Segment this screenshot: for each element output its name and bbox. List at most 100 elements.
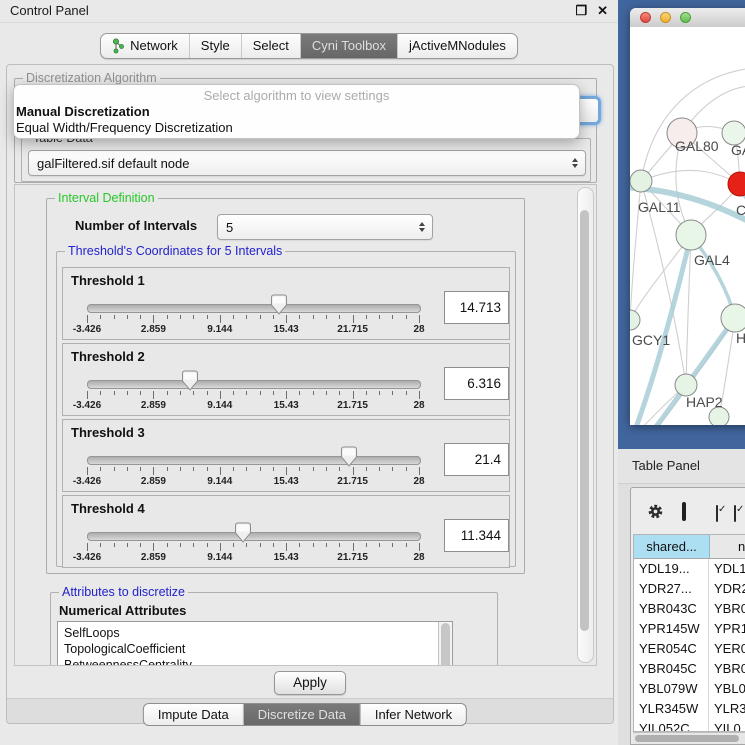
- threshold-4-value-field[interactable]: 11.344: [444, 519, 509, 552]
- close-icon[interactable]: ✕: [597, 0, 608, 22]
- node-GAL11[interactable]: [630, 170, 652, 192]
- cell[interactable]: YDL19...: [634, 559, 709, 579]
- tick-mark: [392, 467, 393, 471]
- cell[interactable]: YLR345W: [634, 699, 709, 719]
- tick-mark: [299, 315, 300, 319]
- table-row[interactable]: YLR345WYLR3: [634, 699, 745, 719]
- float-icon[interactable]: ❐: [575, 0, 587, 22]
- threshold-label: Threshold 2: [71, 349, 145, 364]
- window-close-button[interactable]: [640, 12, 651, 23]
- table-row[interactable]: YER054CYER0: [634, 639, 745, 659]
- network-canvas[interactable]: GAL80GACGAL11GAL4GCY1HHAP2: [630, 27, 745, 425]
- node-GCY1[interactable]: [630, 310, 640, 330]
- table-row[interactable]: YDR27...YDR2: [634, 579, 745, 599]
- cell[interactable]: YBL079W: [634, 679, 709, 699]
- checkbox-icon[interactable]: [734, 505, 736, 522]
- tick-label: 15.43: [274, 476, 299, 487]
- threshold-2-value-field[interactable]: 6.316: [444, 367, 509, 400]
- threshold-4-slider-thumb[interactable]: [234, 522, 252, 543]
- cyni-toolbox-panel: Discretization Algorithm Table Data galF…: [6, 64, 614, 724]
- threshold-1-slider-track[interactable]: [87, 304, 421, 313]
- table-row[interactable]: YDL19...YDL1: [634, 559, 745, 579]
- cell[interactable]: YIL052C: [634, 719, 709, 732]
- attribute-item[interactable]: BetweennessCentrality: [58, 657, 452, 666]
- tick-mark: [379, 467, 380, 471]
- node-HAP2[interactable]: [675, 374, 697, 396]
- cell[interactable]: YLR3: [709, 699, 745, 719]
- tick-mark: [140, 391, 141, 395]
- tick-mark: [286, 315, 287, 323]
- tick-mark: [313, 315, 314, 319]
- tick-mark: [100, 315, 101, 319]
- cell[interactable]: YER054C: [634, 639, 709, 659]
- cell[interactable]: YER0: [709, 639, 745, 659]
- tick-mark: [286, 543, 287, 551]
- threshold-1-value-field[interactable]: 14.713: [444, 291, 509, 324]
- network-view-window[interactable]: GAL80GACGAL11GAL4GCY1HHAP2: [630, 8, 745, 425]
- number-of-intervals-combobox[interactable]: 5: [217, 214, 433, 240]
- edge[interactable]: [641, 170, 740, 184]
- threshold-1-slider-thumb[interactable]: [270, 294, 288, 315]
- threshold-3-value-field[interactable]: 21.4: [444, 443, 509, 476]
- column-header-1[interactable]: shared...: [634, 535, 710, 558]
- settings-scrollbar-thumb[interactable]: [580, 210, 589, 631]
- cell[interactable]: YBR045C: [634, 659, 709, 679]
- table-row[interactable]: YBR043CYBR0: [634, 599, 745, 619]
- list-scrollbar[interactable]: [438, 622, 452, 666]
- threshold-2-slider-track[interactable]: [87, 380, 421, 389]
- tab-style[interactable]: Style: [189, 34, 241, 58]
- cell[interactable]: YDR2: [709, 579, 745, 599]
- window-minimize-button[interactable]: [660, 12, 671, 23]
- tick-mark: [167, 467, 168, 471]
- checkbox-icon[interactable]: [716, 505, 718, 522]
- cell[interactable]: YBR043C: [634, 599, 709, 619]
- cell[interactable]: YPR1: [709, 619, 745, 639]
- tab-cyni-toolbox[interactable]: Cyni Toolbox: [300, 34, 397, 58]
- tick-mark: [273, 391, 274, 395]
- table-row[interactable]: YPR145WYPR1: [634, 619, 745, 639]
- edge-thick[interactable]: [630, 235, 691, 425]
- tab-discretize-data[interactable]: Discretize Data: [243, 704, 360, 725]
- tick-mark: [419, 391, 420, 399]
- cell[interactable]: YPR145W: [634, 619, 709, 639]
- list-scrollbar-thumb[interactable]: [441, 623, 450, 666]
- threshold-4-slider-track[interactable]: [87, 532, 421, 541]
- tab-label: Style: [201, 34, 230, 58]
- node-label: GA: [731, 142, 745, 158]
- cell[interactable]: YDL1: [709, 559, 745, 579]
- tab-infer-network[interactable]: Infer Network: [360, 704, 466, 725]
- cell[interactable]: YBR0: [709, 599, 745, 619]
- threshold-2-slider-thumb[interactable]: [181, 370, 199, 391]
- algorithm-option-manual[interactable]: Manual Discretization: [14, 104, 579, 120]
- column-header-2[interactable]: na: [710, 535, 745, 558]
- table-row[interactable]: YIL052CYIL0: [634, 719, 745, 732]
- attribute-item[interactable]: SelfLoops: [58, 625, 452, 641]
- table-row[interactable]: YBR045CYBR0: [634, 659, 745, 679]
- gear-icon[interactable]: [647, 503, 664, 523]
- attribute-item[interactable]: TopologicalCoefficient: [58, 641, 452, 657]
- settings-scrollbar[interactable]: [577, 187, 594, 663]
- window-zoom-button[interactable]: [680, 12, 691, 23]
- cell[interactable]: YBL0: [709, 679, 745, 699]
- tab-jactivemnodules[interactable]: jActiveMNodules: [397, 34, 517, 58]
- table-data-combobox[interactable]: galFiltered.sif default node: [28, 150, 586, 176]
- algorithm-option-equal-width[interactable]: Equal Width/Frequency Discretization: [14, 120, 579, 136]
- split-view-icon[interactable]: [682, 502, 686, 521]
- cell[interactable]: YIL0: [709, 719, 745, 732]
- table-hscrollbar[interactable]: [633, 732, 745, 744]
- table-hscrollbar-thumb[interactable]: [635, 735, 739, 742]
- tick-label: -3.426: [73, 476, 101, 487]
- node-H[interactable]: [721, 304, 745, 332]
- cell[interactable]: YBR0: [709, 659, 745, 679]
- threshold-3-slider-track[interactable]: [87, 456, 421, 465]
- threshold-label: Threshold 3: [71, 425, 145, 440]
- table-row[interactable]: YBL079WYBL0: [634, 679, 745, 699]
- threshold-3-slider-thumb[interactable]: [340, 446, 358, 467]
- apply-button[interactable]: Apply: [274, 671, 346, 695]
- tab-impute-data[interactable]: Impute Data: [144, 704, 243, 725]
- node-GAL4[interactable]: [676, 220, 706, 250]
- tick-mark: [153, 315, 154, 323]
- tab-select[interactable]: Select: [241, 34, 300, 58]
- tab-network[interactable]: Network: [101, 34, 189, 58]
- cell[interactable]: YDR27...: [634, 579, 709, 599]
